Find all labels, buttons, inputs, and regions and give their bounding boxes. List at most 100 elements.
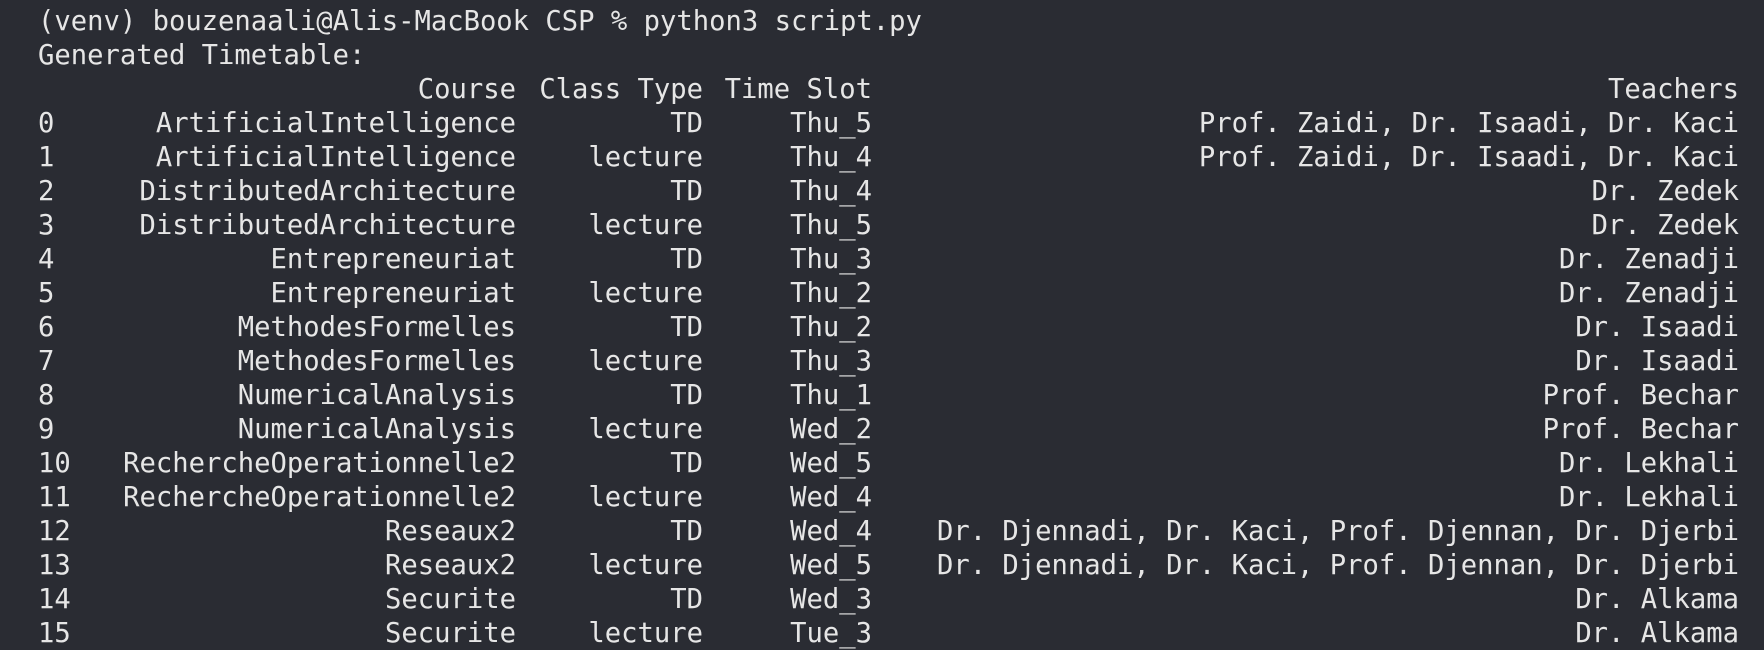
table-header: Course Class Type Time Slot Teachers	[0, 73, 1764, 107]
command-line: (venv) bouzenaali@Alis-MacBook CSP % pyt…	[38, 6, 922, 37]
teachers-cell: Dr. Djennadi, Dr. Kaci, Prof. Djennan, D…	[936, 550, 1739, 581]
row-index: 13	[38, 550, 71, 581]
time-slot-cell: Wed_2	[790, 414, 872, 445]
row-index: 11	[38, 482, 71, 513]
teachers-cell: Prof. Bechar	[1542, 380, 1739, 411]
teachers-cell: Prof. Zaidi, Dr. Isaadi, Dr. Kaci	[1198, 108, 1739, 139]
row-index: 10	[38, 448, 71, 479]
class-type-cell: lecture	[588, 550, 703, 581]
time-slot-cell: Thu_4	[790, 176, 872, 207]
time-slot-cell: Wed_4	[790, 482, 872, 513]
column-header-class-type: Class Type	[539, 74, 703, 105]
course-cell: RechercheOperationnelle2	[123, 448, 516, 479]
class-type-cell: TD	[670, 312, 703, 343]
table-row: 2 DistributedArchitecture TD Thu_4 Dr. Zedek	[0, 175, 1764, 209]
class-type-cell: lecture	[588, 618, 703, 649]
table-row: 4 Entrepreneuriat TD Thu_3 Dr. Zenadji	[0, 243, 1764, 277]
output-title: Generated Timetable:	[38, 40, 366, 71]
course-cell: Reseaux2	[385, 550, 516, 581]
row-index: 12	[38, 516, 71, 547]
teachers-cell: Dr. Zedek	[1591, 210, 1739, 241]
class-type-cell: TD	[670, 108, 703, 139]
course-cell: ArtificialIntelligence	[155, 142, 516, 173]
row-index: 1	[38, 142, 55, 173]
row-index: 6	[38, 312, 55, 343]
table-row: 6 MethodesFormelles TD Thu_2 Dr. Isaadi	[0, 311, 1764, 345]
class-type-cell: TD	[670, 176, 703, 207]
table-row: 0 ArtificialIntelligence TD Thu_5 Prof. Zaid…	[0, 107, 1764, 141]
course-cell: ArtificialIntelligence	[155, 108, 516, 139]
time-slot-cell: Thu_1	[790, 380, 872, 411]
table-row: 10 RechercheOperationnelle2 TD Wed_5 Dr. Lek…	[0, 447, 1764, 481]
row-index: 3	[38, 210, 55, 241]
course-cell: Securite	[385, 584, 516, 615]
time-slot-cell: Thu_5	[790, 210, 872, 241]
row-index: 4	[38, 244, 55, 275]
table-row: 9 NumericalAnalysis lecture Wed_2 Prof. Bech…	[0, 413, 1764, 447]
teachers-cell: Prof. Zaidi, Dr. Isaadi, Dr. Kaci	[1198, 142, 1739, 173]
row-index: 0	[38, 108, 55, 139]
course-cell: MethodesFormelles	[237, 312, 516, 343]
teachers-cell: Dr. Lekhali	[1558, 482, 1739, 513]
teachers-cell: Dr. Lekhali	[1558, 448, 1739, 479]
class-type-cell: TD	[670, 380, 703, 411]
table-row: 14 Securite TD Wed_3 Dr. Alkama	[0, 583, 1764, 617]
table-row: 8 NumericalAnalysis TD Thu_1 Prof. Bechar	[0, 379, 1764, 413]
class-type-cell: TD	[670, 448, 703, 479]
time-slot-cell: Tue_3	[790, 618, 872, 649]
teachers-cell: Dr. Djennadi, Dr. Kaci, Prof. Djennan, D…	[936, 516, 1739, 547]
row-index: 14	[38, 584, 71, 615]
time-slot-cell: Wed_5	[790, 550, 872, 581]
table-row: 11 RechercheOperationnelle2 lecture Wed_4 Dr…	[0, 481, 1764, 515]
time-slot-cell: Wed_5	[790, 448, 872, 479]
time-slot-cell: Thu_4	[790, 142, 872, 173]
course-cell: Entrepreneuriat	[270, 244, 516, 275]
course-cell: Securite	[385, 618, 516, 649]
time-slot-cell: Wed_3	[790, 584, 872, 615]
table-row: 12 Reseaux2 TD Wed_4 Dr. Djennadi, Dr. Kaci,…	[0, 515, 1764, 549]
column-header-course: Course	[417, 74, 516, 105]
course-cell: Reseaux2	[385, 516, 516, 547]
class-type-cell: TD	[670, 584, 703, 615]
course-cell: Entrepreneuriat	[270, 278, 516, 309]
course-cell: DistributedArchitecture	[139, 176, 516, 207]
row-index: 9	[38, 414, 55, 445]
course-cell: NumericalAnalysis	[237, 380, 516, 411]
row-index: 5	[38, 278, 55, 309]
teachers-cell: Dr. Alkama	[1575, 584, 1739, 615]
table-row: 15 Securite lecture Tue_3 Dr. Alkama	[0, 617, 1764, 650]
table-row: 5 Entrepreneuriat lecture Thu_2 Dr. Zenadji	[0, 277, 1764, 311]
course-cell: DistributedArchitecture	[139, 210, 516, 241]
table-row: 7 MethodesFormelles lecture Thu_3 Dr. Isaadi	[0, 345, 1764, 379]
class-type-cell: TD	[670, 516, 703, 547]
teachers-cell: Prof. Bechar	[1542, 414, 1739, 445]
time-slot-cell: Thu_3	[790, 244, 872, 275]
teachers-cell: Dr. Isaadi	[1575, 312, 1739, 343]
class-type-cell: lecture	[588, 414, 703, 445]
teachers-cell: Dr. Isaadi	[1575, 346, 1739, 377]
time-slot-cell: Thu_5	[790, 108, 872, 139]
row-index: 7	[38, 346, 55, 377]
class-type-cell: TD	[670, 244, 703, 275]
table-row: 13 Reseaux2 lecture Wed_5 Dr. Djennadi, Dr. …	[0, 549, 1764, 583]
class-type-cell: lecture	[588, 346, 703, 377]
class-type-cell: lecture	[588, 142, 703, 173]
table-row: 1 ArtificialIntelligence lecture Thu_4 Prof.…	[0, 141, 1764, 175]
time-slot-cell: Thu_3	[790, 346, 872, 377]
column-header-time-slot: Time Slot	[724, 74, 872, 105]
time-slot-cell: Thu_2	[790, 278, 872, 309]
terminal-window[interactable]: (venv) bouzenaali@Alis-MacBook CSP % pyt…	[0, 0, 1764, 650]
row-index: 8	[38, 380, 55, 411]
teachers-cell: Dr. Zenadji	[1558, 278, 1739, 309]
class-type-cell: lecture	[588, 278, 703, 309]
class-type-cell: lecture	[588, 482, 703, 513]
teachers-cell: Dr. Zedek	[1591, 176, 1739, 207]
course-cell: RechercheOperationnelle2	[123, 482, 516, 513]
time-slot-cell: Thu_2	[790, 312, 872, 343]
row-index: 15	[38, 618, 71, 649]
course-cell: MethodesFormelles	[237, 346, 516, 377]
row-index: 2	[38, 176, 55, 207]
teachers-cell: Dr. Zenadji	[1558, 244, 1739, 275]
course-cell: NumericalAnalysis	[237, 414, 516, 445]
class-type-cell: lecture	[588, 210, 703, 241]
